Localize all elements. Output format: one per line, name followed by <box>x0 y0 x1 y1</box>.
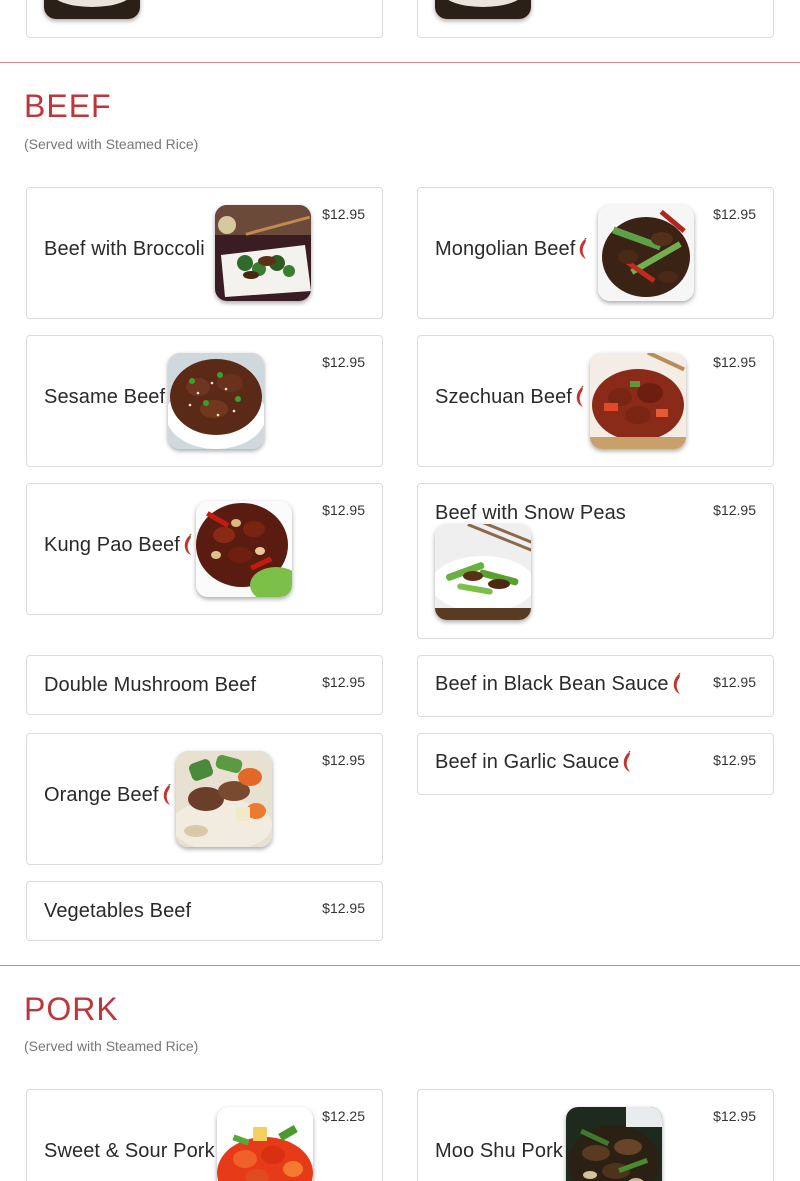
beef-snow-peas-image <box>435 524 531 620</box>
item-name: Szechuan Beef <box>435 385 586 409</box>
orange-beef-image <box>176 751 272 847</box>
menu-item-sesame-beef[interactable]: Sesame Beef $12.95 <box>26 335 383 467</box>
chili-pepper-icon <box>163 783 173 806</box>
menu-item-beef-in-black-bean-sauce[interactable]: Beef in Black Bean Sauce $12.95 <box>417 655 774 717</box>
section-divider <box>0 62 800 63</box>
item-price: $12.95 <box>322 900 365 916</box>
item-name: Sweet & Sour Pork <box>44 1140 215 1162</box>
kung-pao-beef-image <box>196 501 292 597</box>
section-divider <box>0 965 800 966</box>
menu-item-beef-with-snow-peas[interactable]: Beef with Snow Peas $12.95 <box>417 483 774 639</box>
beef-broccoli-image <box>215 205 311 301</box>
menu-item-beef-with-broccoli[interactable]: Beef with Broccoli $12.95 <box>26 187 383 319</box>
item-name-text: Mongolian Beef <box>435 238 576 260</box>
item-price: $12.95 <box>713 206 756 222</box>
item-name: Beef with Snow Peas <box>435 502 626 524</box>
chili-pepper-icon <box>184 533 194 556</box>
section-subtitle-pork: (Served with Steamed Rice) <box>24 1038 199 1054</box>
menu-item-card[interactable] <box>26 0 383 38</box>
item-price: $12.95 <box>713 674 756 690</box>
item-price: $12.95 <box>322 674 365 690</box>
moo-shu-pork-image <box>566 1107 662 1181</box>
menu-item-kung-pao-beef[interactable]: Kung Pao Beef $12.95 <box>26 483 383 615</box>
sweet-sour-pork-image <box>217 1107 313 1181</box>
menu-item-sweet-sour-pork[interactable]: Sweet & Sour Pork $12.25 <box>26 1089 383 1181</box>
item-price: $12.25 <box>322 1108 365 1124</box>
mongolian-beef-image <box>598 205 694 301</box>
item-name-text: Beef in Black Bean Sauce <box>435 673 669 695</box>
chili-pepper-icon <box>673 672 683 695</box>
menu-item-orange-beef[interactable]: Orange Beef $12.95 <box>26 733 383 865</box>
section-subtitle-beef: (Served with Steamed Rice) <box>24 136 199 152</box>
menu-item-beef-in-garlic-sauce[interactable]: Beef in Garlic Sauce $12.95 <box>417 733 774 795</box>
section-title-pork: PORK <box>24 991 119 1027</box>
item-price: $12.95 <box>322 502 365 518</box>
item-name: Mongolian Beef <box>435 237 589 261</box>
item-name: Moo Shu Pork <box>435 1140 563 1162</box>
item-price: $12.95 <box>322 752 365 768</box>
dish-image <box>435 0 531 19</box>
chili-pepper-icon <box>623 750 633 773</box>
item-price: $12.95 <box>713 502 756 518</box>
item-name-text: Beef in Garlic Sauce <box>435 751 620 773</box>
item-name: Vegetables Beef <box>44 900 192 922</box>
menu-item-moo-shu-pork[interactable]: Moo Shu Pork $12.95 <box>417 1089 774 1181</box>
item-price: $12.95 <box>322 354 365 370</box>
item-name: Beef with Broccoli <box>44 238 205 260</box>
item-price: $12.95 <box>713 752 756 768</box>
chili-pepper-icon <box>576 385 586 408</box>
item-price: $12.95 <box>322 206 365 222</box>
dish-image <box>44 0 140 19</box>
chili-pepper-icon <box>579 237 589 260</box>
item-name: Double Mushroom Beef <box>44 674 257 696</box>
item-name: Orange Beef <box>44 783 173 807</box>
menu-item-vegetables-beef[interactable]: Vegetables Beef $12.95 <box>26 881 383 941</box>
item-name: Beef in Black Bean Sauce <box>435 672 683 696</box>
item-name: Beef in Garlic Sauce <box>435 750 633 774</box>
item-price: $12.95 <box>713 354 756 370</box>
menu-item-card[interactable] <box>417 0 774 38</box>
item-name-text: Kung Pao Beef <box>44 534 180 556</box>
item-price: $12.95 <box>713 1108 756 1124</box>
section-title-beef: BEEF <box>24 88 112 124</box>
item-name: Sesame Beef <box>44 386 166 408</box>
item-name-text: Szechuan Beef <box>435 386 572 408</box>
menu-item-szechuan-beef[interactable]: Szechuan Beef $12.95 <box>417 335 774 467</box>
menu-item-mongolian-beef[interactable]: Mongolian Beef $12.95 <box>417 187 774 319</box>
item-name: Kung Pao Beef <box>44 533 194 557</box>
sesame-beef-image <box>168 353 264 449</box>
szechuan-beef-image <box>590 353 686 449</box>
item-name-text: Orange Beef <box>44 784 159 806</box>
menu-item-double-mushroom-beef[interactable]: Double Mushroom Beef $12.95 <box>26 655 383 715</box>
